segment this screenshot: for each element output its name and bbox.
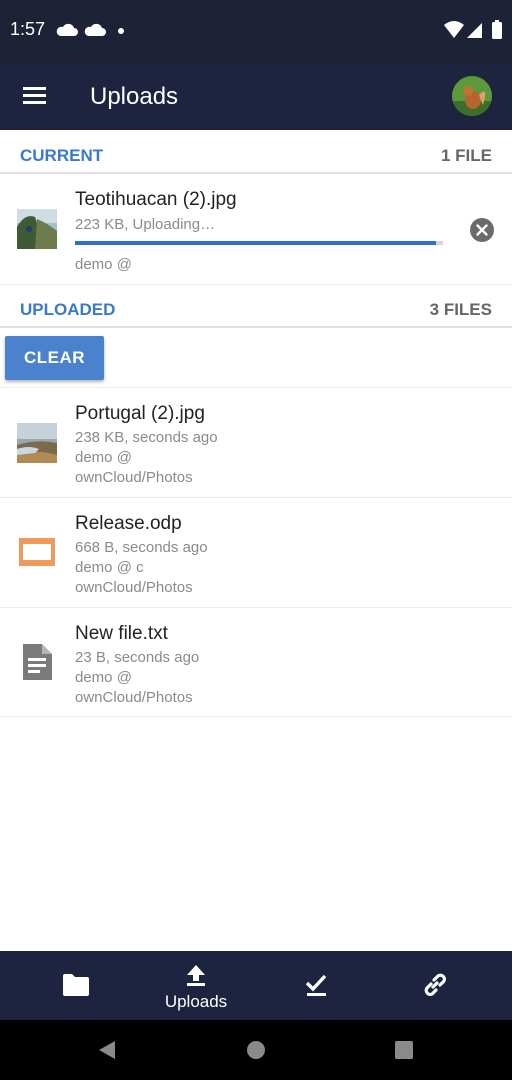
upload-icon[interactable] <box>184 964 208 988</box>
account-info: demo @ <box>75 669 132 686</box>
checklist-icon[interactable] <box>304 973 328 999</box>
nav-label-uploads[interactable]: Uploads <box>164 992 228 1012</box>
upload-status: 668 B, seconds ago <box>75 539 208 556</box>
uploaded-section-header: UPLOADED <box>20 300 116 319</box>
back-icon[interactable] <box>96 1039 118 1061</box>
cell-signal-icon <box>467 23 482 38</box>
file-name: Portugal (2).jpg <box>75 403 205 424</box>
row-divider <box>0 284 512 285</box>
upload-item[interactable]: Release.odp 668 B, seconds ago demo @ c … <box>0 498 512 607</box>
dot-icon <box>118 28 124 34</box>
upload-path: ownCloud/Photos <box>75 689 193 706</box>
current-section-header: CURRENT <box>20 146 104 165</box>
account-info: demo @ <box>75 256 132 273</box>
file-name: Release.odp <box>75 513 182 534</box>
presentation-file-icon <box>19 538 55 566</box>
upload-path: ownCloud/Photos <box>75 469 193 486</box>
section-divider <box>0 326 512 328</box>
upload-item[interactable]: New file.txt 23 B, seconds ago demo @ ow… <box>0 608 512 716</box>
upload-item[interactable]: Portugal (2).jpg 238 KB, seconds ago dem… <box>0 388 512 497</box>
cloud-icon <box>84 23 106 36</box>
upload-progress-bar <box>75 241 436 245</box>
account-info: demo @ c <box>75 559 144 576</box>
page-title: Uploads <box>90 83 179 110</box>
link-icon[interactable] <box>421 971 449 999</box>
wifi-icon <box>444 21 464 38</box>
file-name: Teotihuacan (2).jpg <box>75 189 237 210</box>
system-icons <box>444 20 502 39</box>
app-bar <box>0 62 512 130</box>
hamburger-menu-icon[interactable] <box>22 86 48 106</box>
recents-icon[interactable] <box>393 1039 415 1061</box>
text-file-icon <box>23 644 52 680</box>
account-info: demo @ <box>75 449 132 466</box>
clear-button[interactable]: CLEAR <box>5 336 104 380</box>
upload-item-current[interactable]: Teotihuacan (2).jpg 223 KB, Uploading… d… <box>0 174 512 284</box>
folder-icon[interactable] <box>62 973 90 997</box>
status-time: 1:57 <box>10 19 46 39</box>
user-avatar[interactable] <box>451 75 493 117</box>
home-icon[interactable] <box>245 1039 267 1061</box>
upload-status: 238 KB, seconds ago <box>75 429 218 446</box>
notification-icons <box>56 23 124 36</box>
row-divider <box>0 716 512 717</box>
image-thumbnail <box>17 423 57 463</box>
uploaded-file-count: 3 FILES <box>429 300 492 319</box>
battery-icon <box>492 22 502 39</box>
upload-path: ownCloud/Photos <box>75 579 193 596</box>
cloud-icon <box>56 23 78 36</box>
upload-status: 23 B, seconds ago <box>75 649 200 666</box>
image-thumbnail <box>17 209 57 249</box>
upload-status: 223 KB, Uploading… <box>75 216 216 233</box>
cancel-upload-icon[interactable] <box>469 217 495 243</box>
file-name: New file.txt <box>75 623 168 644</box>
current-file-count: 1 FILE <box>440 146 492 165</box>
